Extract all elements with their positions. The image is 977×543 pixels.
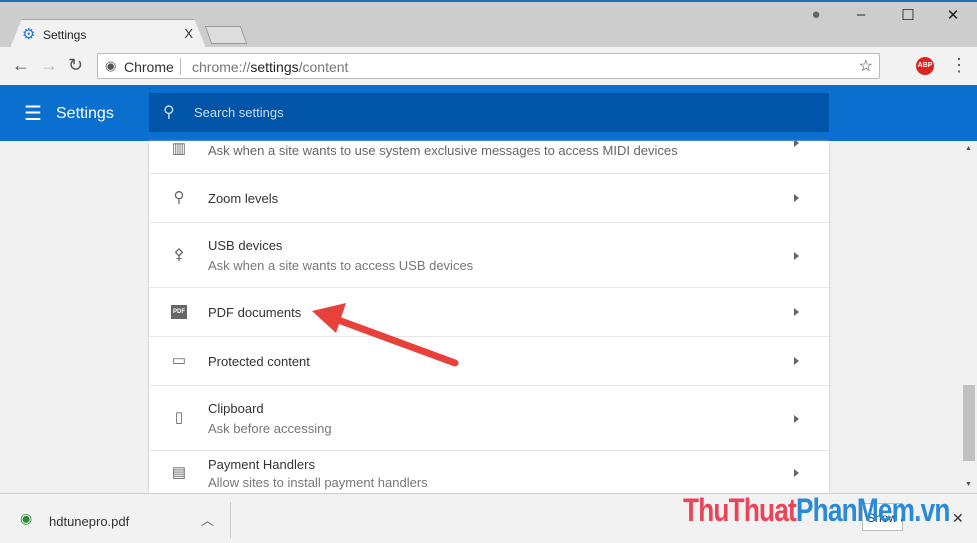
url-host: settings [250, 59, 299, 75]
chevron-right-icon [794, 194, 799, 202]
adblock-icon[interactable]: ABP [916, 57, 934, 75]
chevron-right-icon [794, 308, 799, 316]
list-item-payment-handlers[interactable]: ▤ Payment Handlers Allow sites to instal… [149, 450, 829, 493]
chevron-right-icon [794, 252, 799, 260]
chevron-right-icon [794, 357, 799, 365]
url-text[interactable]: chrome://settings/content [192, 59, 348, 75]
monitor-check-icon: ▭ [171, 352, 187, 369]
site-chip: Chrome [124, 59, 174, 75]
chevron-up-icon[interactable]: ︿ [201, 510, 214, 529]
watermark-logo: ThuThuatPhanMem.vn [683, 492, 950, 528]
tab-settings[interactable]: ⚙ Settings X [10, 19, 206, 48]
card-icon: ▤ [171, 464, 187, 481]
list-item-protected-content[interactable]: ▭ Protected content [149, 336, 829, 385]
content-settings-card: ▥ Ask when a site wants to use system ex… [149, 141, 829, 493]
menu-icon[interactable]: ⋮ [950, 55, 968, 76]
reload-icon[interactable]: ↻ [68, 55, 83, 76]
row-title: Zoom levels [208, 191, 279, 206]
row-title: USB devices [208, 238, 283, 253]
pdf-icon: PDF [171, 305, 187, 319]
download-bar-close-button[interactable]: ✕ [952, 510, 964, 527]
window-close-button[interactable]: ✕ [943, 6, 963, 24]
profile-icon[interactable]: ● [806, 6, 826, 23]
back-icon[interactable]: ← [12, 55, 30, 76]
row-title: Clipboard [208, 401, 264, 416]
usb-icon: ⚴ [173, 246, 185, 263]
search-placeholder: Search settings [194, 105, 284, 120]
row-subtitle: Ask when a site wants to use system excl… [208, 143, 678, 158]
chevron-right-icon [794, 415, 799, 423]
new-tab-button[interactable] [204, 26, 248, 44]
download-filename[interactable]: hdtunepro.pdf [49, 514, 129, 529]
row-title: Payment Handlers [208, 457, 315, 472]
annotation-arrow [312, 303, 459, 367]
row-title: Protected content [208, 354, 310, 369]
list-item-usb-devices[interactable]: ⚴ USB devices Ask when a site wants to a… [149, 222, 829, 287]
page-title: Settings [56, 105, 114, 122]
star-icon[interactable]: ☆ [859, 56, 873, 76]
midi-icon: ▥ [171, 141, 187, 157]
row-title: PDF documents [208, 305, 302, 320]
gear-icon: ⚙ [22, 26, 36, 43]
chevron-right-icon [794, 469, 799, 477]
tab-title: Settings [43, 28, 87, 42]
chrome-icon: ◉ [20, 510, 33, 526]
search-input[interactable]: ⚲ Search settings [149, 93, 829, 132]
url-scheme: chrome:// [192, 59, 251, 75]
list-item-zoom-levels[interactable]: ⚲ Zoom levels [149, 173, 829, 222]
scroll-down-icon[interactable]: ▼ [965, 481, 972, 488]
divider [230, 502, 231, 538]
divider [180, 58, 181, 75]
scroll-up-icon[interactable]: ▲ [965, 145, 972, 152]
row-subtitle: Ask before accessing [208, 421, 332, 436]
scrollbar-thumb[interactable] [963, 385, 975, 461]
maximize-button[interactable]: ☐ [898, 6, 918, 24]
row-subtitle: Ask when a site wants to access USB devi… [208, 258, 474, 273]
url-path: /content [298, 59, 349, 75]
list-item-pdf-documents[interactable]: PDF PDF documents [149, 287, 829, 336]
list-item-midi[interactable]: ▥ Ask when a site wants to use system ex… [149, 141, 829, 173]
forward-icon[interactable]: → [40, 55, 58, 76]
clipboard-icon: ▯ [174, 409, 184, 426]
tab-close-button[interactable]: X [184, 26, 193, 41]
hamburger-icon[interactable]: ☰ [24, 101, 42, 126]
search-icon: ⚲ [163, 104, 175, 121]
address-bar[interactable]: ◉ Chrome chrome://settings/content ☆ [97, 53, 880, 79]
chevron-right-icon [794, 141, 799, 147]
list-item-clipboard[interactable]: ▯ Clipboard Ask before accessing [149, 385, 829, 450]
chrome-icon: ◉ [105, 58, 117, 73]
search-icon: ⚲ [173, 189, 185, 206]
row-subtitle: Allow sites to install payment handlers [208, 475, 428, 490]
minimize-button[interactable]: – [851, 6, 871, 23]
